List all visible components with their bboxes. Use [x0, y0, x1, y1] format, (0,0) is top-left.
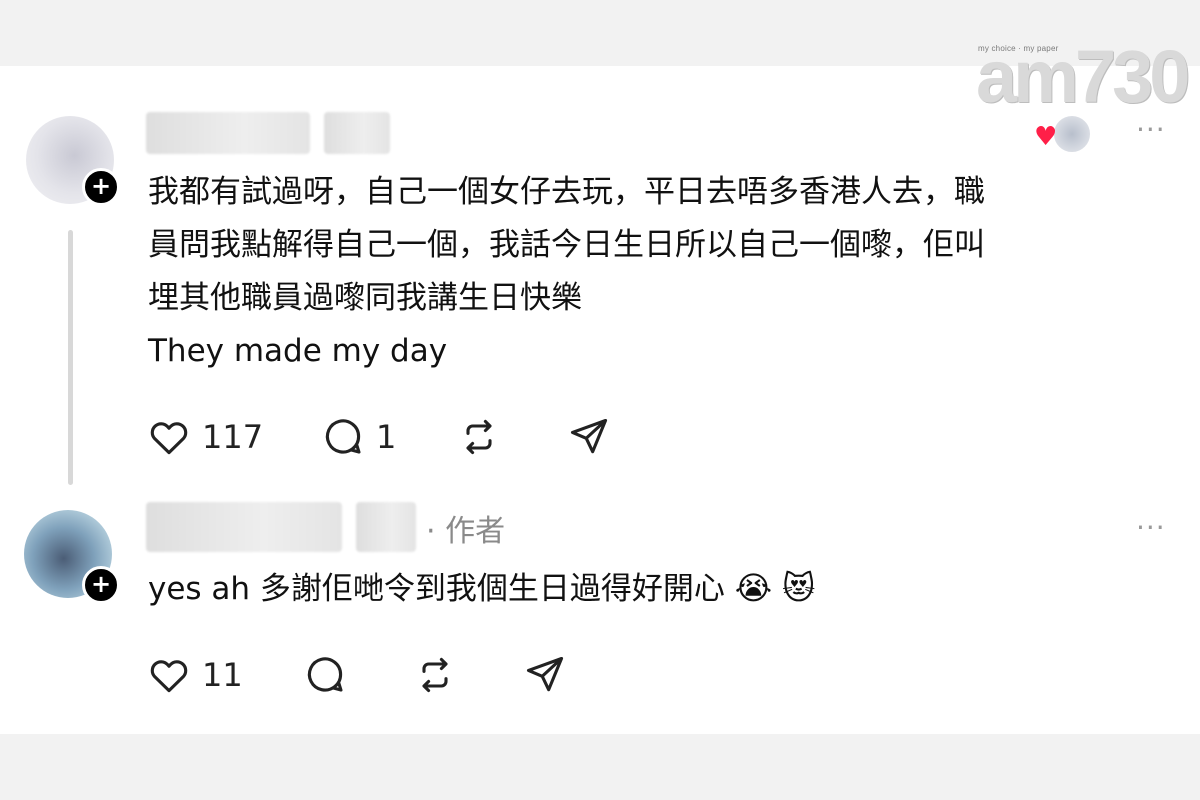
like-count: 11 [202, 656, 243, 694]
username-redacted[interactable] [146, 112, 310, 154]
heart-icon: ♥ [1034, 122, 1058, 152]
more-options-icon[interactable]: ··· [1136, 116, 1166, 144]
thread-line [68, 230, 73, 485]
repost-icon [466, 419, 492, 455]
username-redacted[interactable] [146, 502, 342, 552]
author-mini-avatar [1052, 114, 1092, 154]
reply-text: 我都有試過呀，自己一個女仔去玩，平日去唔多香港人去，職 員問我點解得自己一個，我… [148, 166, 1168, 378]
reply-text: yes ah 多謝佢哋令到我個生日過得好開心 😭 😻 [148, 562, 1168, 616]
like-count: 117 [202, 418, 264, 456]
like-button[interactable]: 11 [146, 652, 243, 698]
timestamp-redacted [324, 112, 390, 154]
repost-icon [422, 657, 448, 693]
repost-button[interactable] [412, 652, 458, 698]
timestamp-redacted [356, 502, 416, 552]
share-button[interactable] [566, 414, 612, 460]
reply-text-content: yes ah 多謝佢哋令到我個生日過得好開心 [148, 571, 725, 607]
repost-button[interactable] [456, 414, 502, 460]
reply-text-line: 我都有試過呀，自己一個女仔去玩，平日去唔多香港人去，職 [148, 174, 985, 210]
author-liked-indicator: ♥ [1034, 114, 1092, 154]
follow-button[interactable]: + [82, 566, 120, 604]
heart-outline-icon [150, 660, 188, 693]
send-icon [570, 418, 608, 454]
crying-face-emoji: 😭 [734, 569, 773, 607]
follow-button[interactable]: + [82, 168, 120, 206]
comment-icon [307, 657, 343, 692]
reply-count: 1 [376, 418, 397, 456]
reply-text-line: 員問我點解得自己一個，我話今日生日所以自己一個嚟，佢叫 [148, 227, 985, 263]
heart-outline-icon [150, 422, 188, 455]
more-options-icon[interactable]: ··· [1136, 514, 1166, 542]
reply-text-line: 埋其他職員過嚟同我講生日快樂 [148, 280, 582, 316]
heart-eyes-cat-emoji: 😻 [782, 569, 816, 607]
reply-button[interactable] [302, 652, 348, 698]
reply-button[interactable]: 1 [320, 414, 396, 460]
comment-icon [325, 419, 361, 454]
send-icon [526, 656, 564, 692]
like-button[interactable]: 117 [146, 414, 263, 460]
watermark-tagline: my choice · my paper [978, 44, 1059, 53]
brand-watermark: am730 my choice · my paper [976, 30, 1190, 114]
reply-text-line: They made my day [148, 333, 448, 369]
author-badge: · 作者 [426, 514, 506, 549]
share-button[interactable] [522, 652, 568, 698]
